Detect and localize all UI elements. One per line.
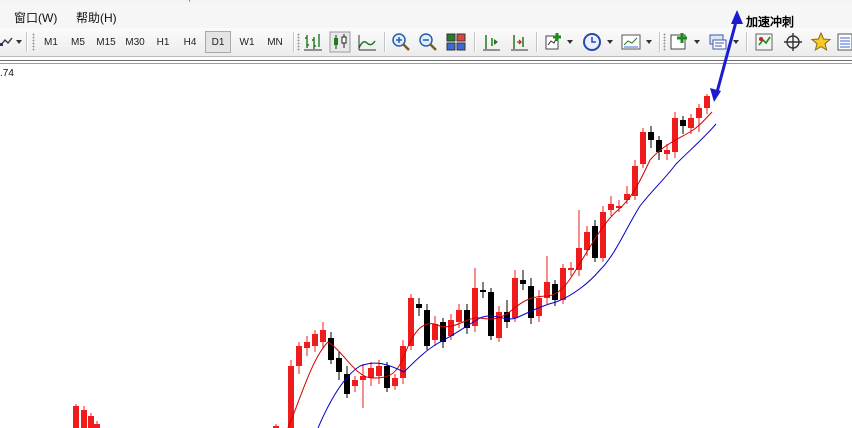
candle-body (568, 268, 574, 270)
candle-body (672, 118, 678, 152)
candle-body (688, 118, 694, 128)
candle-body (624, 194, 630, 200)
candle-body (432, 324, 438, 340)
candle-body (664, 150, 670, 154)
candle-body (656, 140, 662, 152)
candle-body (512, 278, 518, 318)
candle-body (424, 310, 430, 346)
annotation-arrow-head-icon (731, 10, 743, 24)
candle-body (528, 286, 534, 318)
candle-body (288, 366, 294, 428)
annotation-arrow-tail-icon (710, 88, 721, 102)
candle-body (520, 280, 526, 284)
candle-body (392, 378, 398, 386)
candle-body (680, 120, 686, 126)
trading-terminal: , 窗口(W) 帮助(H) M1 M5 M15 M30 H1 H4 D1 W1 … (0, 0, 852, 428)
chart-annotation-text: 加速冲刺 (746, 15, 795, 29)
candle-body (81, 410, 87, 428)
moving-average-fast-line (287, 111, 713, 428)
candle-body (648, 132, 654, 140)
candle-body (376, 366, 382, 376)
candle-body (696, 108, 702, 118)
candle-body (608, 204, 614, 210)
candle-body (73, 406, 79, 428)
candle-body (632, 166, 638, 196)
candle-body (328, 338, 334, 360)
candle-body (94, 424, 100, 428)
candle-body (296, 346, 302, 366)
candle-body (312, 334, 318, 346)
candle-body (600, 212, 606, 258)
candle-body (488, 292, 494, 336)
candle-body (368, 368, 374, 378)
candle-body (576, 248, 582, 270)
candle-body (584, 232, 590, 250)
candle-body (408, 298, 414, 346)
candle-body (448, 320, 454, 336)
candle-body (304, 342, 310, 348)
moving-average-slow-line (317, 123, 717, 428)
candle-body (704, 96, 710, 108)
candle-body (560, 268, 566, 300)
candle-body (416, 304, 422, 308)
candle-body (496, 312, 502, 338)
candle-body (88, 416, 94, 428)
price-chart (73, 10, 743, 428)
candle-body (336, 358, 342, 372)
candle-body (456, 310, 462, 322)
candle-body (464, 310, 470, 328)
candle-body (640, 132, 646, 164)
candle-body (472, 288, 478, 326)
candle-body (480, 290, 486, 292)
annotation-arrow-line (714, 17, 739, 97)
candle-body (352, 380, 358, 386)
candle-body (320, 330, 326, 342)
